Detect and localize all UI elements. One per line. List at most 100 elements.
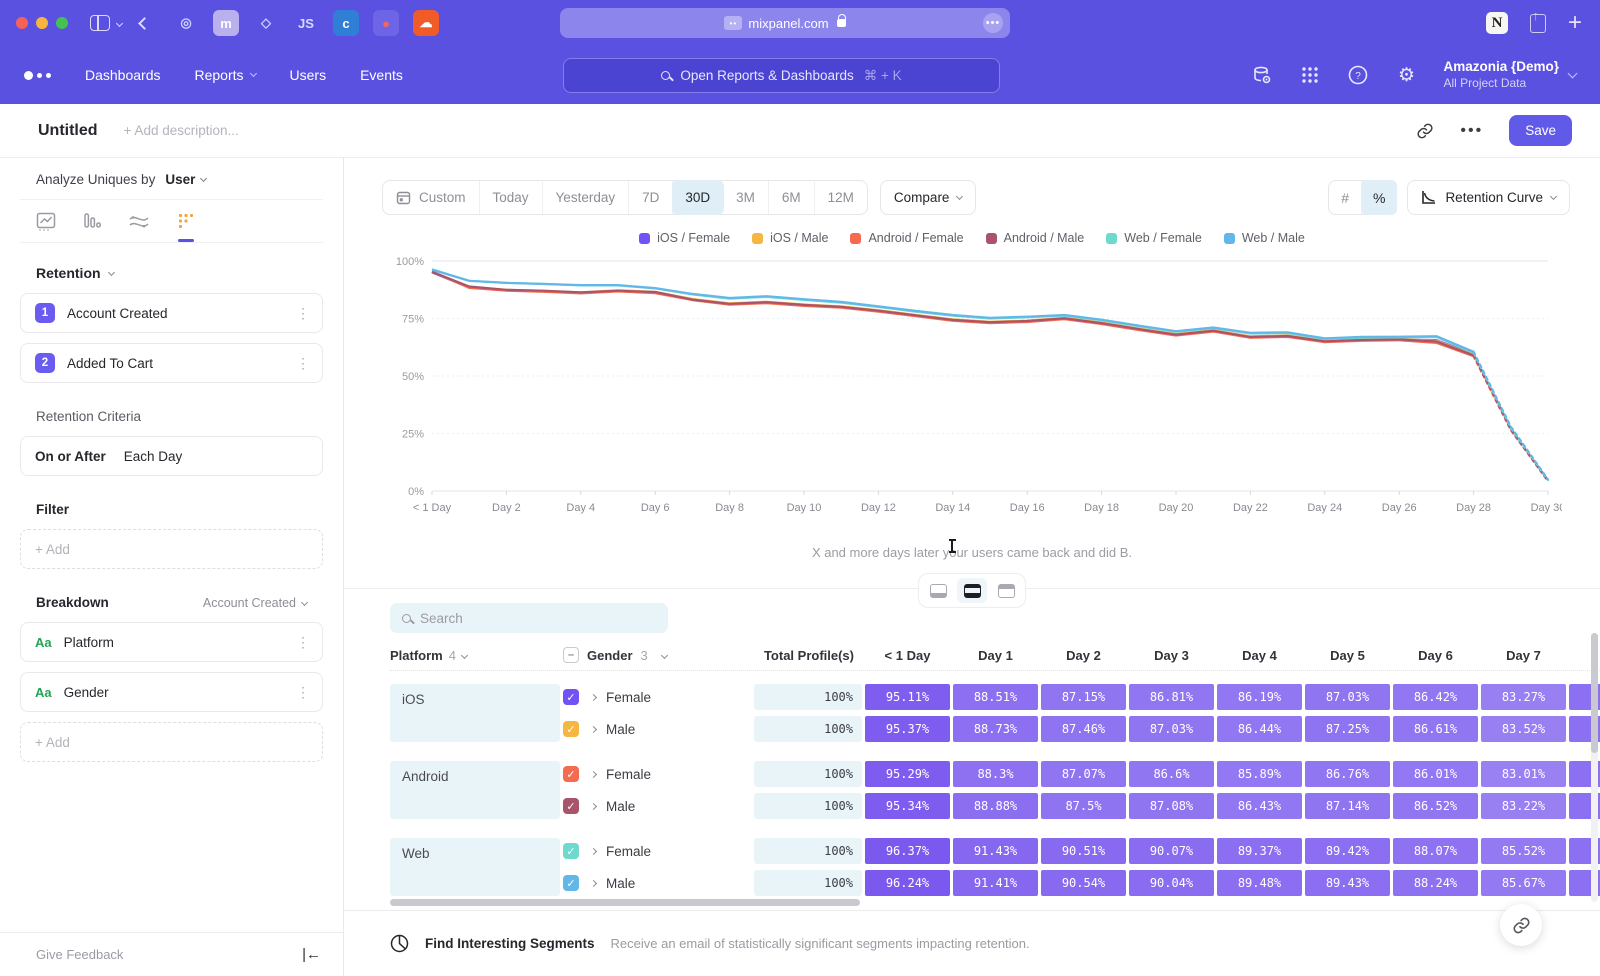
platform-cell[interactable]: Android xyxy=(390,761,560,819)
browser-back-button[interactable] xyxy=(140,19,149,28)
retention-value-cell[interactable]: 90.07% xyxy=(1129,838,1214,864)
value-mode-count[interactable]: # xyxy=(1329,181,1362,214)
retention-value-cell[interactable]: 88.88% xyxy=(953,793,1038,819)
retention-value-cell[interactable]: 89.42% xyxy=(1305,838,1390,864)
retention-value-cell[interactable]: 87.5% xyxy=(1041,793,1126,819)
nav-item-users[interactable]: Users xyxy=(290,67,327,83)
gender-checkbox[interactable]: ✓ xyxy=(563,798,579,814)
window-controls[interactable] xyxy=(16,17,68,29)
breakdown-platform[interactable]: AaPlatform⋮ xyxy=(20,622,323,662)
retention-value-cell[interactable]: 87.15% xyxy=(1041,684,1126,710)
expand-chevron-icon[interactable] xyxy=(590,725,597,732)
date-range-today[interactable]: Today xyxy=(480,181,543,214)
legend-item-android-male[interactable]: Android / Male xyxy=(986,231,1085,245)
tab-funnels[interactable] xyxy=(82,212,102,242)
expand-chevron-icon[interactable] xyxy=(590,847,597,854)
copy-link-icon[interactable] xyxy=(1416,122,1434,140)
tab-insights[interactable] xyxy=(36,212,56,242)
criteria-mode[interactable]: On or After xyxy=(35,449,106,464)
tab-flows[interactable] xyxy=(128,212,150,242)
report-title[interactable]: Untitled xyxy=(38,122,98,140)
date-range-yesterday[interactable]: Yesterday xyxy=(543,181,630,214)
browser-sidebar-toggle[interactable] xyxy=(90,15,122,31)
zoom-window-button[interactable] xyxy=(56,17,68,29)
gender-checkbox[interactable]: ✓ xyxy=(563,689,579,705)
retention-value-cell[interactable]: 85.52% xyxy=(1481,838,1566,864)
retention-value-cell[interactable]: 83.27% xyxy=(1481,684,1566,710)
retention-value-cell[interactable]: 89.48% xyxy=(1217,870,1302,896)
vertical-scrollbar[interactable] xyxy=(1591,633,1598,902)
expand-chevron-icon[interactable] xyxy=(590,879,597,886)
retention-value-cell[interactable]: 86.52% xyxy=(1393,793,1478,819)
date-range-custom[interactable]: Custom xyxy=(383,181,480,214)
retention-value-cell[interactable]: 86.6% xyxy=(1129,761,1214,787)
legend-item-web-female[interactable]: Web / Female xyxy=(1106,231,1202,245)
platform-cell[interactable]: iOS xyxy=(390,684,560,742)
share-icon[interactable] xyxy=(1530,14,1546,33)
retention-value-cell[interactable]: 87.03% xyxy=(1129,716,1214,742)
retention-value-cell[interactable]: 87.03% xyxy=(1305,684,1390,710)
address-bar[interactable]: •• mixpanel.com ••• xyxy=(560,8,1010,38)
retention-chart[interactable]: 0%25%50%75%100%< 1 DayDay 2Day 4Day 6Day… xyxy=(344,249,1600,535)
bird-extension-icon[interactable]: c xyxy=(333,10,359,36)
retention-value-cell[interactable]: 96.24% xyxy=(865,870,950,896)
minimize-window-button[interactable] xyxy=(36,17,48,29)
legend-item-android-female[interactable]: Android / Female xyxy=(850,231,963,245)
retention-value-cell[interactable]: 89.43% xyxy=(1305,870,1390,896)
nav-item-reports[interactable]: Reports xyxy=(195,67,256,83)
legend-item-ios-male[interactable]: iOS / Male xyxy=(752,231,828,245)
retention-criteria-card[interactable]: On or After Each Day xyxy=(20,436,323,476)
retention-value-cell[interactable]: 87.08% xyxy=(1129,793,1214,819)
value-mode-percent[interactable]: % xyxy=(1361,180,1397,215)
date-range-12m[interactable]: 12M xyxy=(815,181,867,214)
retention-value-cell[interactable]: 88.73% xyxy=(953,716,1038,742)
mixpanel-logo[interactable] xyxy=(24,71,51,80)
find-segments-title[interactable]: Find Interesting Segments xyxy=(425,936,595,951)
retention-value-cell[interactable]: 87.07% xyxy=(1041,761,1126,787)
retention-value-cell[interactable]: 90.04% xyxy=(1129,870,1214,896)
apps-grid-icon[interactable] xyxy=(1299,64,1321,86)
retention-value-cell[interactable]: 86.61% xyxy=(1393,716,1478,742)
nav-item-dashboards[interactable]: Dashboards xyxy=(85,67,161,83)
criteria-interval[interactable]: Each Day xyxy=(124,449,183,464)
retention-value-cell[interactable]: 87.14% xyxy=(1305,793,1390,819)
add-description-field[interactable]: + Add description... xyxy=(124,123,239,138)
expand-chevron-icon[interactable] xyxy=(590,802,597,809)
retention-value-cell[interactable]: 90.51% xyxy=(1041,838,1126,864)
retention-value-cell[interactable]: 86.44% xyxy=(1217,716,1302,742)
retention-section-header[interactable]: Retention xyxy=(36,265,307,281)
cloud-extension-icon[interactable]: ☁ xyxy=(413,10,439,36)
retention-value-cell[interactable]: 91.41% xyxy=(953,870,1038,896)
share-link-floating-button[interactable] xyxy=(1500,904,1542,946)
gender-select-all-checkbox[interactable]: – xyxy=(563,647,579,663)
retention-value-cell[interactable]: 95.11% xyxy=(865,684,950,710)
date-range-30d[interactable]: 30D xyxy=(672,180,724,215)
retention-value-cell[interactable]: 86.43% xyxy=(1217,793,1302,819)
tab-retention[interactable] xyxy=(176,212,196,242)
retention-step-added-to-cart[interactable]: 2Added To Cart⋮ xyxy=(20,343,323,383)
legend-item-ios-female[interactable]: iOS / Female xyxy=(639,231,730,245)
date-range-7d[interactable]: 7D xyxy=(629,181,673,214)
close-window-button[interactable] xyxy=(16,17,28,29)
date-range-3m[interactable]: 3M xyxy=(723,181,769,214)
date-range-6m[interactable]: 6M xyxy=(769,181,815,214)
project-switcher[interactable]: Amazonia {Demo} All Project Data xyxy=(1443,59,1576,91)
retention-value-cell[interactable]: 95.34% xyxy=(865,793,950,819)
breakdown-scope-dropdown[interactable]: Account Created xyxy=(203,596,307,610)
cube-extension-icon[interactable]: ◇ xyxy=(253,10,279,36)
retention-value-cell[interactable]: 87.25% xyxy=(1305,716,1390,742)
address-bar-more-button[interactable]: ••• xyxy=(983,13,1003,33)
retention-value-cell[interactable]: 87.46% xyxy=(1041,716,1126,742)
retention-value-cell[interactable]: 95.29% xyxy=(865,761,950,787)
data-management-icon[interactable] xyxy=(1251,64,1273,86)
compare-button[interactable]: Compare xyxy=(880,180,977,215)
save-button[interactable]: Save xyxy=(1509,115,1572,146)
retention-value-cell[interactable]: 88.51% xyxy=(953,684,1038,710)
legend-item-web-male[interactable]: Web / Male xyxy=(1224,231,1305,245)
chart-type-dropdown[interactable]: Retention Curve xyxy=(1407,180,1570,215)
retention-value-cell[interactable]: 91.43% xyxy=(953,838,1038,864)
analyze-value-dropdown[interactable]: User xyxy=(165,172,195,187)
expand-chevron-icon[interactable] xyxy=(590,693,597,700)
breakdown-gender[interactable]: AaGender⋮ xyxy=(20,672,323,712)
collapse-sidebar-icon[interactable]: |← xyxy=(302,946,321,963)
